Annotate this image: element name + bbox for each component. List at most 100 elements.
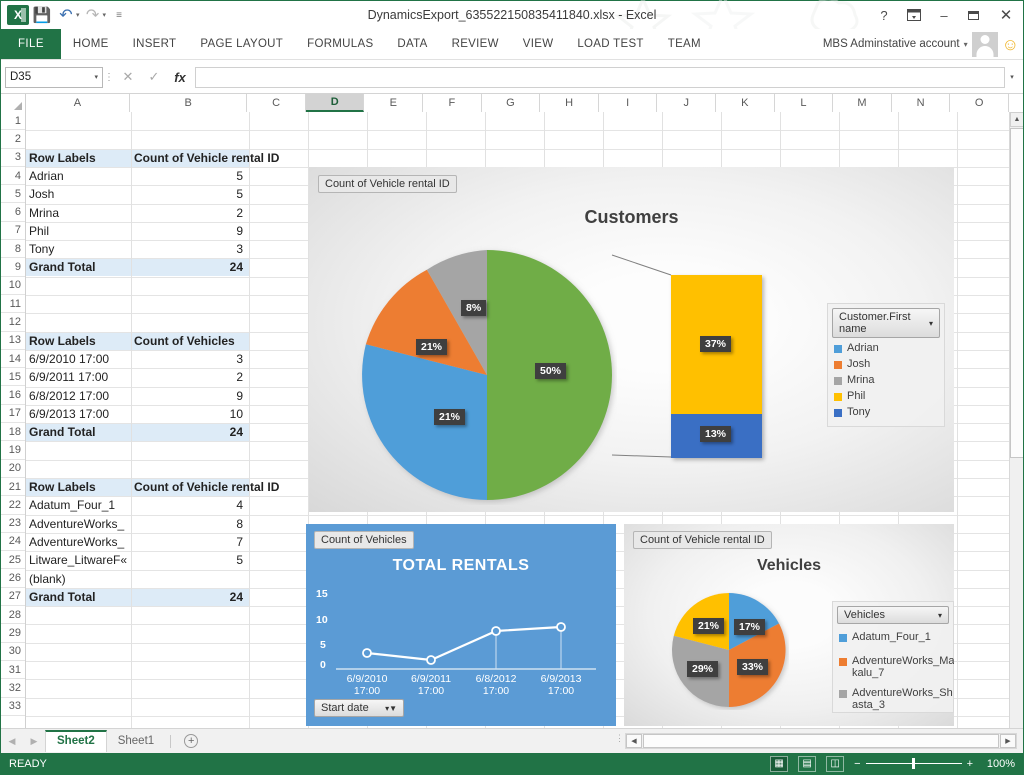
scroll-right-icon[interactable]: ▶ xyxy=(1000,734,1016,748)
pivot-grand-total-value[interactable]: 24 xyxy=(131,588,249,606)
pie-chart[interactable] xyxy=(357,245,617,505)
row-header-5[interactable]: 5 xyxy=(1,185,25,203)
pivot-row-label[interactable]: 6/9/2011 17:00 xyxy=(26,368,131,386)
customize-qat-icon[interactable]: ≡ xyxy=(108,4,130,26)
pivot-row-label[interactable]: (blank) xyxy=(26,570,131,588)
horizontal-scroll-thumb[interactable] xyxy=(643,734,999,748)
close-button[interactable]: ✕ xyxy=(989,2,1023,28)
pivot-row-value[interactable]: 4 xyxy=(131,496,249,514)
name-box[interactable]: D35 ▾ xyxy=(5,67,103,88)
zoom-slider[interactable]: − + xyxy=(854,758,973,770)
pivot-row-label[interactable]: 6/9/2010 17:00 xyxy=(26,350,131,368)
row-header-24[interactable]: 24 xyxy=(1,533,25,551)
zoom-out-button[interactable]: − xyxy=(854,758,860,770)
scroll-up-icon[interactable]: ▲ xyxy=(1010,112,1023,127)
add-sheet-button[interactable]: + xyxy=(184,734,198,748)
smiley-feedback-icon[interactable]: ☺ xyxy=(1002,36,1019,53)
row-header-13[interactable]: 13 xyxy=(1,332,25,350)
help-icon[interactable]: ? xyxy=(869,2,899,28)
pivot-row-label[interactable]: Phil xyxy=(26,222,131,240)
pivot-row-value[interactable]: 5 xyxy=(131,185,249,203)
row-header-4[interactable]: 4 xyxy=(1,167,25,185)
pivot-row-label[interactable]: Adatum_Four_1 xyxy=(26,496,131,514)
column-header-i[interactable]: I xyxy=(599,94,658,112)
avatar[interactable] xyxy=(972,32,998,57)
row-header-1[interactable]: 1 xyxy=(1,112,25,130)
chevron-down-icon[interactable]: ▾ xyxy=(964,40,968,49)
pivot-grand-total-value[interactable]: 24 xyxy=(131,423,249,441)
pivot-value-header[interactable]: Count of Vehicles xyxy=(131,332,249,350)
undo-dropdown-icon[interactable]: ▾ xyxy=(76,11,80,19)
pivot-value-header[interactable]: Count of Vehicle rental ID xyxy=(131,478,249,496)
row-header-31[interactable]: 31 xyxy=(1,661,25,679)
expand-formula-bar-icon[interactable]: ▾ xyxy=(1005,73,1019,81)
zoom-in-button[interactable]: + xyxy=(967,758,973,770)
undo-icon[interactable]: ↶ xyxy=(55,4,77,26)
zoom-track[interactable] xyxy=(866,763,962,764)
row-header-6[interactable]: 6 xyxy=(1,203,25,221)
row-header-19[interactable]: 19 xyxy=(1,441,25,459)
pivot-row-label[interactable]: Tony xyxy=(26,240,131,258)
row-header-7[interactable]: 7 xyxy=(1,222,25,240)
cell-area[interactable]: 24Grand Total(blank)5Litware_LitwareF«7A… xyxy=(26,112,1009,729)
total-rentals-chart[interactable]: Count of Vehicles TOTAL RENTALS 15 10 5 … xyxy=(306,524,616,726)
chart-legend[interactable]: Vehicles ▾ Adatum_Four_1 AdventureWorks_… xyxy=(832,601,954,713)
tab-review[interactable]: REVIEW xyxy=(440,29,511,59)
row-header-16[interactable]: 16 xyxy=(1,386,25,404)
pivot-row-label[interactable]: 6/8/2012 17:00 xyxy=(26,387,131,405)
column-header-n[interactable]: N xyxy=(892,94,951,112)
column-header-j[interactable]: J xyxy=(657,94,716,112)
chart-legend[interactable]: Customer.First name ▾ Adrian Josh Mrina xyxy=(827,303,945,427)
pivot-row-value[interactable]: 5 xyxy=(131,167,249,185)
minimize-button[interactable]: – xyxy=(929,2,959,28)
column-header-e[interactable]: E xyxy=(364,94,423,112)
row-header-30[interactable]: 30 xyxy=(1,643,25,661)
row-header-18[interactable]: 18 xyxy=(1,423,25,441)
tab-page-layout[interactable]: PAGE LAYOUT xyxy=(188,29,295,59)
ribbon-display-options-icon[interactable] xyxy=(899,2,929,28)
vertical-scrollbar[interactable]: ▲ xyxy=(1009,112,1023,729)
row-header-3[interactable]: 3 xyxy=(1,149,25,167)
pivot-row-label[interactable]: Josh xyxy=(26,185,131,203)
horizontal-scrollbar[interactable]: ◀ ▶ xyxy=(625,733,1017,749)
save-icon[interactable]: 💾 xyxy=(31,4,53,26)
select-all-button[interactable] xyxy=(1,94,26,112)
row-header-11[interactable]: 11 xyxy=(1,295,25,313)
row-header-8[interactable]: 8 xyxy=(1,240,25,258)
tab-load-test[interactable]: LOAD TEST xyxy=(565,29,655,59)
column-header-c[interactable]: C xyxy=(247,94,306,112)
sheet-tab-sheet1[interactable]: Sheet1 xyxy=(107,731,165,752)
view-page-layout-icon[interactable]: ▤ xyxy=(798,756,816,772)
row-header-12[interactable]: 12 xyxy=(1,313,25,331)
pivot-row-labels-header[interactable]: Row Labels xyxy=(26,332,131,350)
pivot-row-value[interactable]: 9 xyxy=(131,222,249,240)
account-area[interactable]: MBS Adminstative account ▾ ☺ xyxy=(823,29,1023,59)
pivot-row-value[interactable]: 3 xyxy=(131,350,249,368)
sheet-tab-sheet2[interactable]: Sheet2 xyxy=(45,730,107,752)
pivot-row-value[interactable]: 10 xyxy=(131,405,249,423)
pivot-grand-total-value[interactable]: 24 xyxy=(131,258,249,276)
redo-icon[interactable]: ↷ xyxy=(82,4,104,26)
pivot-row-value[interactable]: 3 xyxy=(131,240,249,258)
column-header-b[interactable]: B xyxy=(130,94,247,112)
row-header-2[interactable]: 2 xyxy=(1,130,25,148)
pivot-row-value[interactable]: 5 xyxy=(131,551,249,569)
pie-chart[interactable] xyxy=(669,590,789,710)
tab-home[interactable]: HOME xyxy=(61,29,121,59)
column-header-a[interactable]: A xyxy=(26,94,130,112)
row-header-26[interactable]: 26 xyxy=(1,569,25,587)
pivot-row-value[interactable]: 9 xyxy=(131,387,249,405)
column-header-k[interactable]: K xyxy=(716,94,775,112)
column-header-o[interactable]: O xyxy=(950,94,1009,112)
tab-insert[interactable]: INSERT xyxy=(121,29,189,59)
insert-function-icon[interactable]: fx xyxy=(167,66,193,88)
row-header-21[interactable]: 21 xyxy=(1,478,25,496)
vertical-scroll-thumb[interactable] xyxy=(1010,128,1023,458)
row-header-33[interactable]: 33 xyxy=(1,698,25,716)
customers-chart[interactable]: Count of Vehicle rental ID Customers xyxy=(309,167,954,512)
view-page-break-icon[interactable]: ◫ xyxy=(826,756,844,772)
zoom-thumb[interactable] xyxy=(912,758,915,769)
pivot-value-header[interactable]: Count of Vehicle rental ID xyxy=(131,149,249,167)
column-header-l[interactable]: L xyxy=(775,94,834,112)
legend-field-button[interactable]: Vehicles ▾ xyxy=(837,606,949,624)
